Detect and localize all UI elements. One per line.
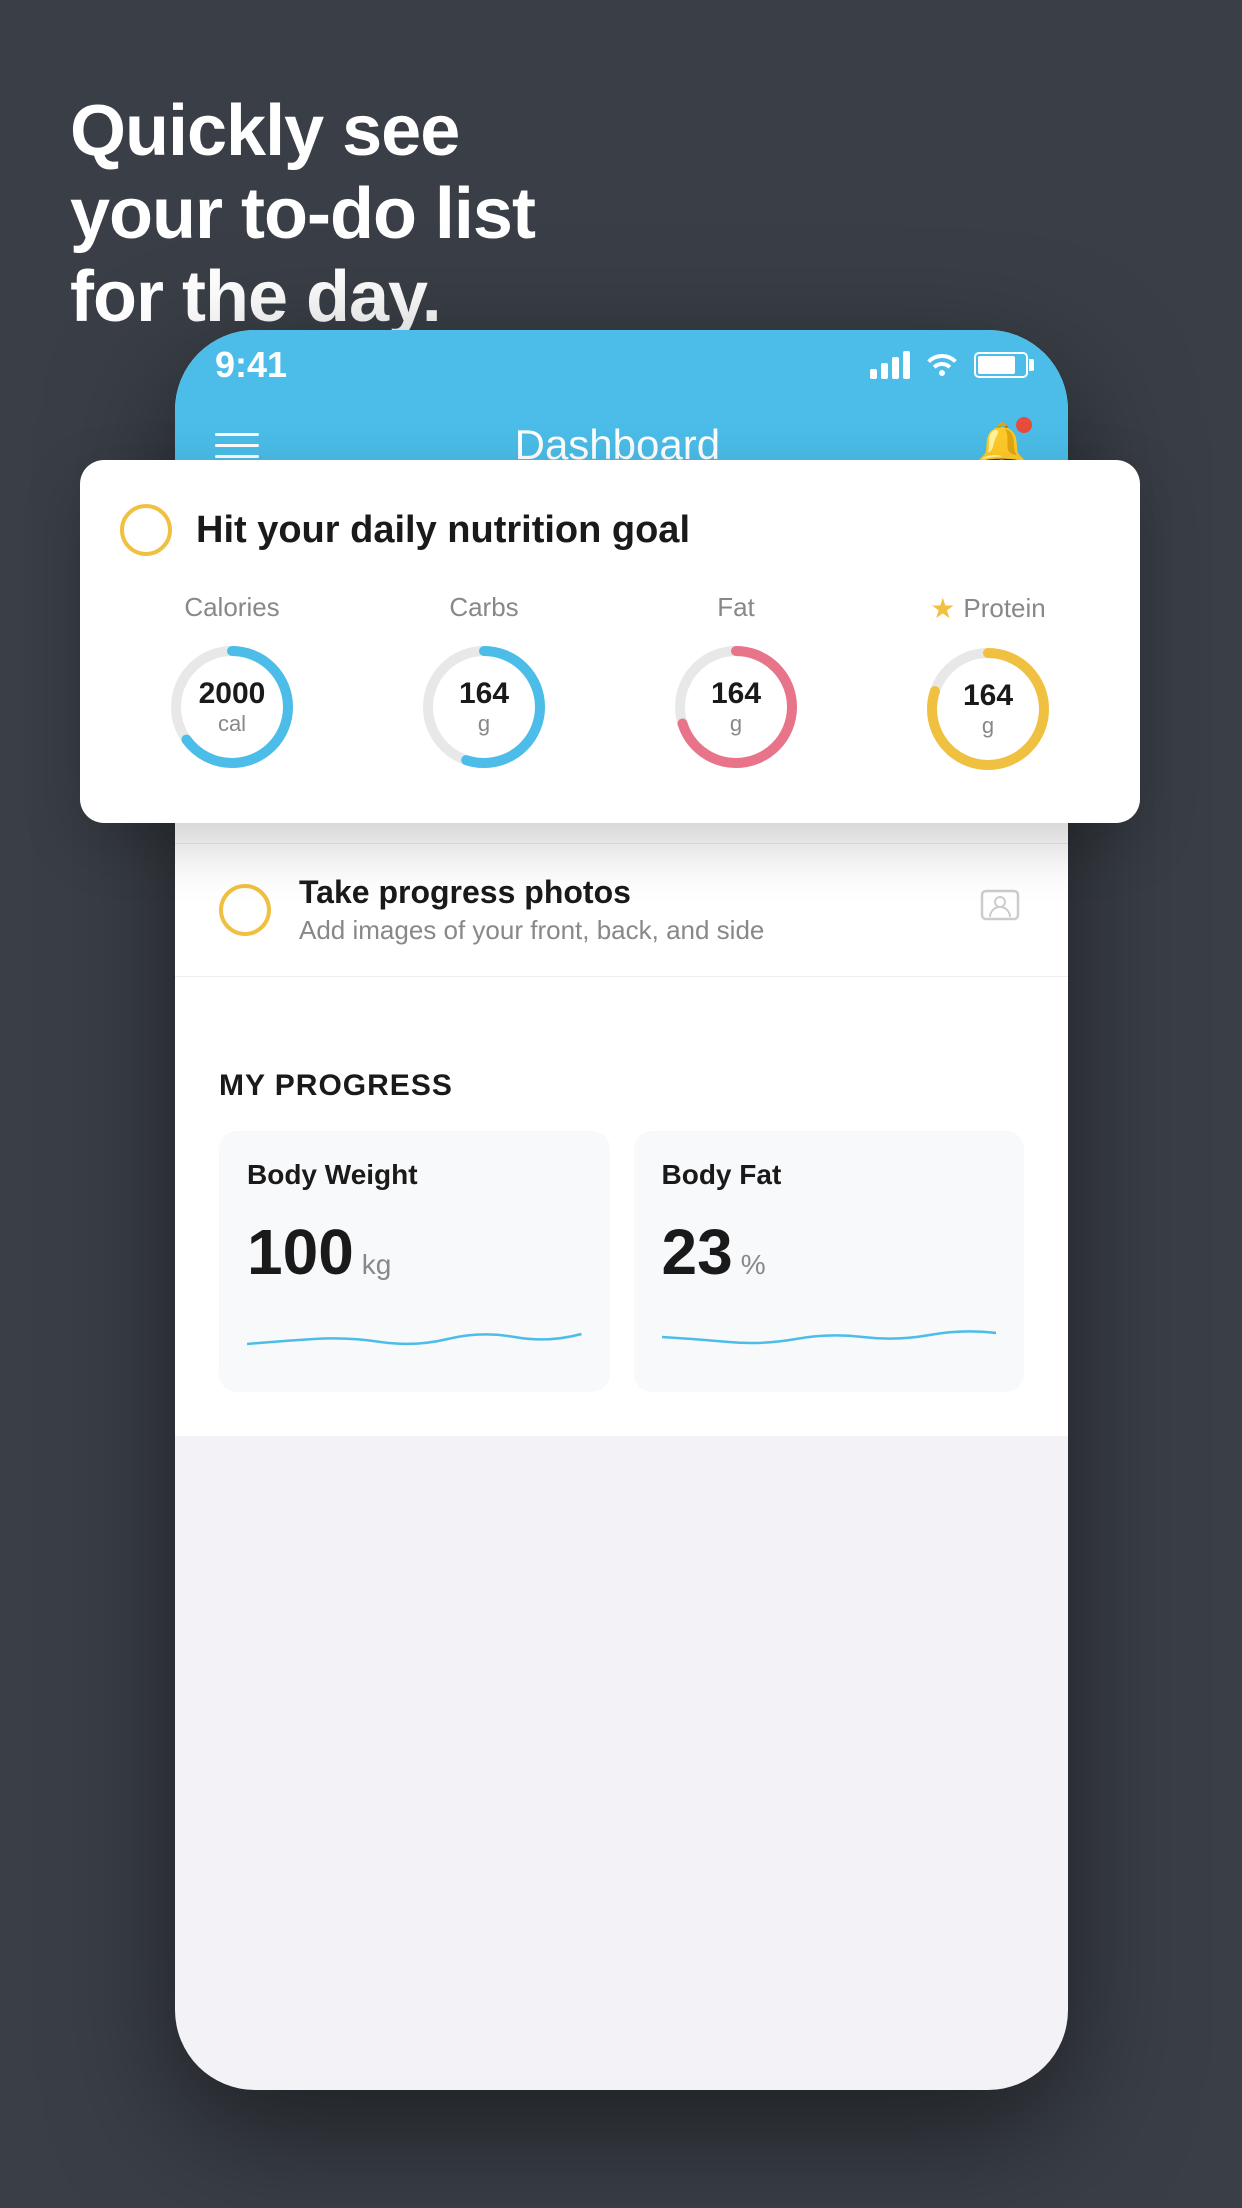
body-weight-value: 100 — [247, 1215, 354, 1289]
battery-icon — [974, 352, 1028, 378]
spacer — [175, 977, 1068, 1025]
body-fat-value: 23 — [662, 1215, 733, 1289]
carbs-unit: g — [459, 711, 509, 737]
carbs-ring: 164 g — [414, 637, 554, 777]
nutrition-fat: Fat 164 g — [666, 592, 806, 779]
todo-item-photos[interactable]: Take progress photos Add images of your … — [175, 844, 1068, 977]
fat-unit: g — [711, 711, 761, 737]
wifi-icon — [924, 348, 960, 383]
carbs-value: 164 — [459, 677, 509, 711]
status-bar: 9:41 — [175, 330, 1068, 400]
headline-text: Quickly see your to-do list for the day. — [70, 90, 535, 338]
body-weight-title: Body Weight — [247, 1159, 582, 1191]
progress-cards: Body Weight 100 kg Body Fat 23 % — [219, 1131, 1024, 1392]
calories-label: Calories — [184, 592, 279, 623]
nutrition-carbs: Carbs 164 g — [414, 592, 554, 779]
body-weight-card[interactable]: Body Weight 100 kg — [219, 1131, 610, 1392]
body-weight-unit: kg — [362, 1249, 392, 1281]
status-icons — [870, 348, 1028, 383]
nutrition-card-title: Hit your daily nutrition goal — [196, 509, 690, 552]
calories-unit: cal — [199, 711, 266, 737]
body-weight-chart — [247, 1309, 582, 1359]
headline-line1: Quickly see — [70, 90, 535, 173]
headline-line2: your to-do list — [70, 173, 535, 256]
person-icon — [976, 885, 1024, 935]
protein-label: Protein — [963, 593, 1045, 624]
todo-checkbox-photos[interactable] — [219, 884, 271, 936]
body-fat-card[interactable]: Body Fat 23 % — [634, 1131, 1025, 1392]
signal-icon — [870, 351, 910, 379]
body-fat-title: Body Fat — [662, 1159, 997, 1191]
protein-value: 164 — [963, 679, 1013, 713]
calories-value: 2000 — [199, 677, 266, 711]
body-fat-chart — [662, 1309, 997, 1359]
fat-label: Fat — [717, 592, 755, 623]
nutrition-checkbox[interactable] — [120, 504, 172, 556]
progress-heading: MY PROGRESS — [219, 1069, 1024, 1103]
progress-section: MY PROGRESS Body Weight 100 kg Body Fat … — [175, 1025, 1068, 1436]
notification-dot — [1016, 417, 1032, 433]
body-fat-unit: % — [741, 1249, 766, 1281]
todo-title-photos: Take progress photos — [299, 874, 948, 911]
calories-ring: 2000 cal — [162, 637, 302, 777]
fat-ring: 164 g — [666, 637, 806, 777]
nutrition-card: Hit your daily nutrition goal Calories 2… — [80, 460, 1140, 823]
todo-subtitle-photos: Add images of your front, back, and side — [299, 915, 948, 946]
carbs-label: Carbs — [449, 592, 518, 623]
fat-value: 164 — [711, 677, 761, 711]
protein-star-icon: ★ — [930, 592, 955, 625]
nutrition-calories: Calories 2000 cal — [162, 592, 302, 779]
hamburger-menu[interactable] — [215, 433, 259, 458]
protein-unit: g — [963, 713, 1013, 739]
nutrition-protein: ★ Protein 164 g — [918, 592, 1058, 779]
nutrition-row: Calories 2000 cal Carbs — [120, 592, 1100, 779]
headline-line3: for the day. — [70, 256, 535, 339]
status-time: 9:41 — [215, 344, 287, 386]
protein-ring: 164 g — [918, 639, 1058, 779]
